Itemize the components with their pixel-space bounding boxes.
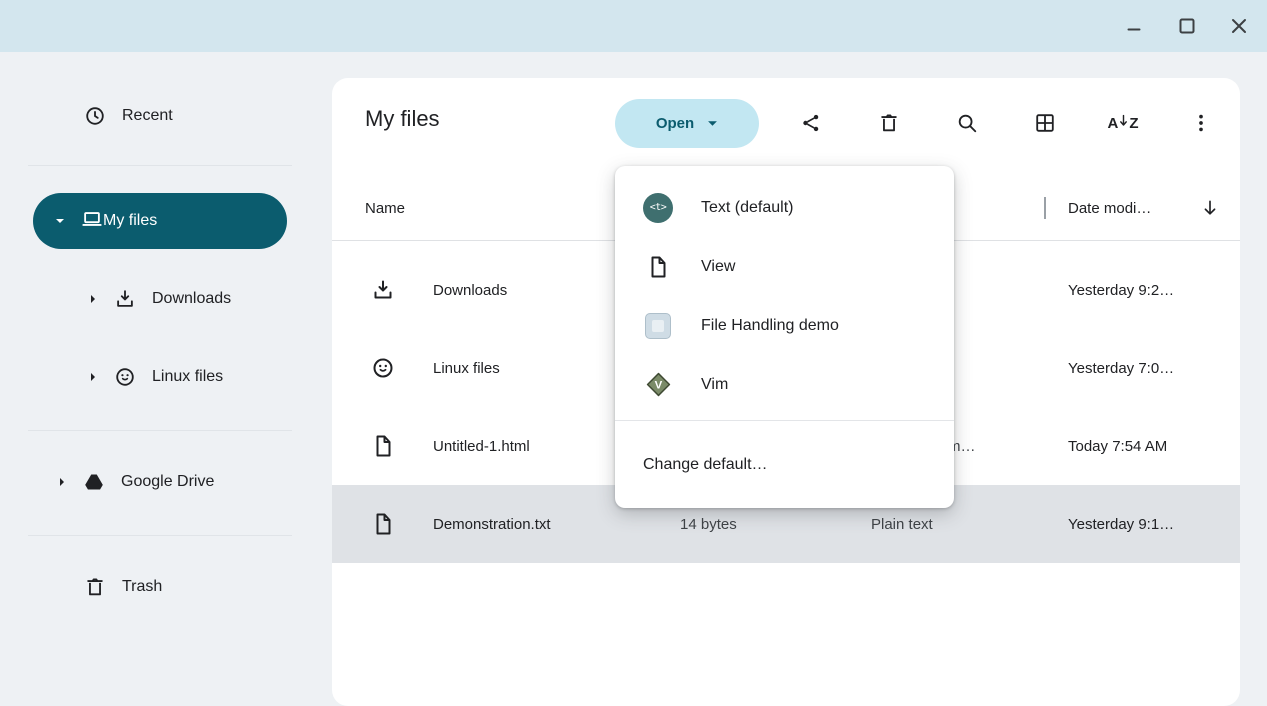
- file-date-modified: Today 7:54 AM: [1068, 407, 1167, 485]
- trash-icon: [84, 576, 106, 598]
- file-name: Untitled-1.html: [433, 407, 530, 485]
- divider: [28, 165, 292, 166]
- laptop-icon: [81, 208, 103, 235]
- maximize-button[interactable]: [1173, 12, 1201, 40]
- chevron-right-icon: [88, 372, 98, 382]
- column-header-date-modified[interactable]: Date modi…: [1068, 196, 1151, 220]
- sidebar-item-trash[interactable]: Trash: [0, 567, 332, 607]
- text-app-badge: <t>: [643, 193, 673, 223]
- penguin-icon: [371, 329, 395, 407]
- sidebar-item-linux-files[interactable]: Linux files: [0, 357, 332, 397]
- chevron-down-icon: [55, 216, 65, 226]
- menu-item-text-default[interactable]: <t> Text (default): [615, 178, 954, 237]
- close-icon: [1230, 17, 1248, 35]
- file-date-modified: Yesterday 7:0…: [1068, 329, 1174, 407]
- sidebar-item-google-drive[interactable]: Google Drive: [0, 462, 332, 502]
- kebab-menu-icon: [1190, 112, 1212, 134]
- sort-direction-button[interactable]: [1190, 188, 1230, 228]
- download-icon: [114, 288, 136, 310]
- open-button[interactable]: Open: [615, 99, 759, 148]
- menu-item-change-default[interactable]: Change default…: [615, 421, 954, 508]
- page-title: My files: [365, 106, 440, 132]
- grid-view-button[interactable]: [1025, 103, 1065, 143]
- more-options-button[interactable]: [1181, 103, 1221, 143]
- vim-icon: V: [642, 372, 674, 397]
- file-date-modified: Yesterday 9:1…: [1068, 485, 1174, 563]
- trash-icon: [878, 112, 900, 134]
- sidebar-item-label: Google Drive: [121, 473, 214, 491]
- penguin-icon: [114, 366, 136, 388]
- sidebar: Recent My files Downloads: [0, 52, 332, 706]
- app-placeholder-icon: [642, 313, 674, 339]
- svg-text:V: V: [654, 380, 662, 392]
- window-controls: [1121, 0, 1253, 52]
- minimize-button[interactable]: [1121, 12, 1149, 40]
- sidebar-item-label: Linux files: [152, 368, 223, 386]
- file-name: Downloads: [433, 251, 507, 329]
- sidebar-item-label: Recent: [122, 107, 173, 125]
- divider: [28, 430, 292, 431]
- chevron-down-icon: [707, 118, 718, 129]
- menu-item-label: Vim: [701, 376, 728, 394]
- sidebar-item-downloads[interactable]: Downloads: [0, 279, 332, 319]
- sidebar-item-label: Downloads: [152, 290, 231, 308]
- menu-item-label: Text (default): [701, 199, 793, 217]
- column-header-label: Name: [365, 200, 405, 217]
- chevron-right-icon: [57, 477, 67, 487]
- sidebar-item-label: Trash: [122, 578, 162, 596]
- menu-item-label: File Handling demo: [701, 317, 839, 335]
- sidebar-item-label: My files: [103, 212, 157, 230]
- text-app-icon: <t>: [642, 193, 674, 223]
- arrow-down-icon: [1200, 198, 1220, 218]
- google-drive-icon: [83, 471, 105, 493]
- open-with-menu: <t> Text (default) View File Handling de…: [615, 166, 954, 508]
- clock-icon: [84, 105, 106, 127]
- menu-item-label: View: [701, 258, 735, 276]
- column-header-name[interactable]: Name: [365, 196, 405, 220]
- close-button[interactable]: [1225, 12, 1253, 40]
- titlebar: [0, 0, 1267, 52]
- document-icon: [642, 255, 674, 279]
- file-icon: [371, 485, 395, 563]
- sidebar-item-recent[interactable]: Recent: [0, 96, 332, 136]
- file-name: Linux files: [433, 329, 500, 407]
- search-icon: [956, 112, 978, 134]
- column-divider: [1044, 197, 1046, 219]
- sidebar-item-my-files[interactable]: My files: [33, 193, 287, 249]
- open-button-label: Open: [656, 115, 694, 132]
- file-icon: [371, 407, 395, 485]
- search-button[interactable]: [947, 103, 987, 143]
- download-folder-icon: [371, 251, 395, 329]
- delete-button[interactable]: [869, 103, 909, 143]
- divider: [28, 535, 292, 536]
- sort-az-icon: AZ: [1107, 114, 1138, 133]
- grid-view-icon: [1034, 112, 1056, 134]
- file-date-modified: Yesterday 9:2…: [1068, 251, 1174, 329]
- file-name: Demonstration.txt: [433, 485, 551, 563]
- sort-button[interactable]: AZ: [1103, 103, 1143, 143]
- maximize-icon: [1178, 17, 1196, 35]
- files-app-window: Recent My files Downloads: [0, 0, 1267, 706]
- menu-item-file-handling-demo[interactable]: File Handling demo: [615, 296, 954, 355]
- minimize-icon: [1126, 17, 1144, 35]
- share-icon: [800, 112, 822, 134]
- share-button[interactable]: [791, 103, 831, 143]
- chevron-right-icon: [88, 294, 98, 304]
- menu-item-vim[interactable]: V Vim: [615, 355, 954, 414]
- column-header-label: Date modi…: [1068, 200, 1151, 217]
- menu-item-view[interactable]: View: [615, 237, 954, 296]
